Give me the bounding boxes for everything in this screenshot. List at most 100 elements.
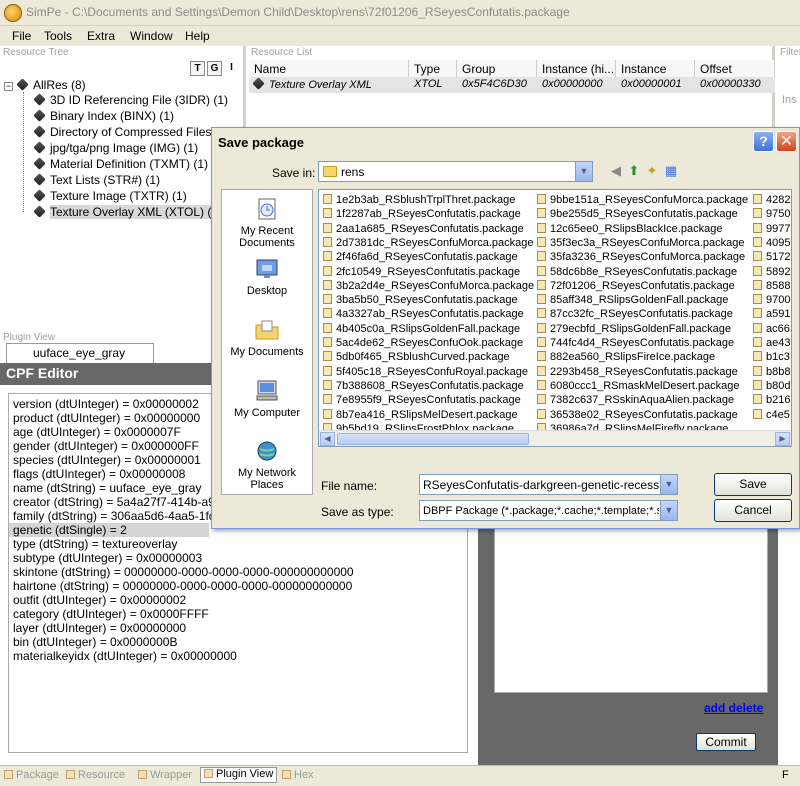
filter-tab[interactable]: F: [782, 769, 789, 785]
tree-item-binx[interactable]: Binary Index (BINX) (1): [33, 109, 174, 123]
file-item[interactable]: 1e2b3ab_RSblushTrplThret.package: [323, 194, 515, 206]
up-folder-icon[interactable]: ⬆: [626, 163, 642, 179]
list-item[interactable]: flags (dtUInteger) = 0x00000008: [13, 467, 185, 481]
list-item[interactable]: layer (dtUInteger) = 0x00000000: [13, 621, 186, 635]
tree-item-str[interactable]: Text Lists (STR#) (1): [33, 173, 160, 187]
tree-item-3idr[interactable]: 3D ID Referencing File (3IDR) (1): [33, 93, 228, 107]
horizontal-scrollbar[interactable]: ◀ ▶: [319, 430, 791, 446]
back-icon[interactable]: ◀: [608, 163, 624, 179]
file-item[interactable]: b1c3: [753, 351, 790, 363]
tree-item-txtr[interactable]: Texture Image (TXTR) (1): [33, 189, 187, 203]
file-item[interactable]: 87cc32fc_RSeyesConfutatis.package: [537, 308, 733, 320]
file-item[interactable]: c4e5: [753, 408, 790, 421]
tab-hex[interactable]: Hex: [282, 769, 314, 785]
chevron-down-icon[interactable]: ▼: [575, 162, 592, 181]
column-header-type[interactable]: Type: [409, 60, 457, 78]
file-item[interactable]: 36538e02_RSeyesConfutatis.package: [537, 408, 738, 421]
file-item[interactable]: 2293b458_RSeyesConfutatis.package: [537, 365, 738, 378]
file-item[interactable]: 8588: [753, 279, 790, 292]
file-item[interactable]: 35fa3236_RSeyesConfuMorca.package: [537, 251, 745, 263]
file-item[interactable]: 2aa1a685_RSeyesConfutatis.package: [323, 222, 524, 235]
file-item[interactable]: 3b2a2d4e_RSeyesConfuMorca.package: [323, 279, 534, 292]
column-header-instance-hi[interactable]: Instance (hi...: [537, 60, 616, 78]
place-my-computer[interactable]: My Computer: [222, 378, 312, 419]
file-item[interactable]: 4095: [753, 236, 790, 249]
simpe-app-icon[interactable]: [4, 4, 22, 22]
tree-view-g-button[interactable]: G: [207, 61, 222, 76]
file-item[interactable]: 5172: [753, 251, 790, 263]
scroll-right-icon[interactable]: ▶: [775, 432, 790, 446]
file-item[interactable]: 72f01206_RSeyesConfutatis.package: [537, 279, 735, 292]
file-item[interactable]: 7e8955f9_RSeyesConfutatis.package: [323, 394, 521, 406]
menu-window[interactable]: Window: [130, 29, 173, 43]
new-folder-icon[interactable]: ✦: [644, 163, 660, 179]
file-item[interactable]: b80d: [753, 379, 790, 392]
tab-resource[interactable]: Resource: [66, 769, 125, 785]
place-recent-documents[interactable]: My Recent Documents: [222, 196, 312, 249]
file-item[interactable]: 6080ccc1_RSmaskMelDesert.package: [537, 379, 740, 392]
file-item[interactable]: 5db0f465_RSblushCurved.package: [323, 351, 510, 363]
file-item[interactable]: 85aff348_RSlipsGoldenFall.package: [537, 294, 728, 306]
list-item[interactable]: version (dtUInteger) = 0x00000002: [13, 397, 199, 411]
file-item[interactable]: 1f2287ab_RSeyesConfutatis.package: [323, 208, 521, 220]
file-item[interactable]: 3ba5b50_RSeyesConfutatis.package: [323, 294, 518, 306]
tab-package[interactable]: Package: [4, 769, 59, 785]
value-edit-box[interactable]: [494, 525, 768, 693]
list-item-selected[interactable]: genetic (dtSingle) = 2: [9, 523, 209, 537]
scroll-left-icon[interactable]: ◀: [320, 432, 335, 446]
file-item[interactable]: ae43: [753, 337, 790, 349]
add-delete-link[interactable]: add delete: [704, 701, 763, 715]
file-item[interactable]: 4a3327ab_RSeyesConfutatis.package: [323, 308, 524, 320]
list-item[interactable]: gender (dtUInteger) = 0x000000FF: [13, 439, 199, 453]
table-row[interactable]: Texture Overlay XML XTOL 0x5F4C6D30 0x00…: [249, 77, 775, 93]
file-item[interactable]: 2fc10549_RSeyesConfutatis.package: [323, 265, 520, 278]
list-item[interactable]: name (dtString) = uuface_eye_gray: [13, 481, 201, 495]
column-header-name[interactable]: Name: [249, 60, 409, 78]
cancel-button[interactable]: Cancel: [714, 499, 792, 522]
file-item[interactable]: b8b8: [753, 365, 790, 378]
view-menu-icon[interactable]: ▦: [663, 163, 679, 179]
place-my-documents[interactable]: My Documents: [222, 317, 312, 358]
file-item[interactable]: 2f46fa6d_RSeyesConfutatis.package: [323, 251, 518, 263]
file-list[interactable]: 1e2b3ab_RSblushTrplThret.package 1f2287ab…: [318, 189, 792, 447]
collapse-icon[interactable]: −: [4, 82, 13, 91]
list-item[interactable]: category (dtUInteger) = 0x0000FFFF: [13, 607, 209, 621]
file-name-input[interactable]: RSeyesConfutatis-darkgreen-genetic-reces…: [419, 474, 678, 495]
list-item[interactable]: species (dtUInteger) = 0x00000001: [13, 453, 201, 467]
tree-item-txmt[interactable]: Material Definition (TXMT) (1): [33, 157, 208, 171]
file-item[interactable]: 5892: [753, 265, 790, 278]
file-item[interactable]: 9be255d5_RSeyesConfutatis.package: [537, 208, 738, 220]
close-button[interactable]: ✕: [776, 131, 797, 152]
menu-file[interactable]: File: [12, 29, 31, 43]
tab-wrapper[interactable]: Wrapper: [138, 769, 192, 785]
help-button[interactable]: ?: [753, 131, 774, 152]
file-item[interactable]: 9700: [753, 294, 790, 306]
tree-root[interactable]: − AllRes (8): [4, 78, 86, 92]
list-item[interactable]: outfit (dtUInteger) = 0x00000002: [13, 593, 186, 607]
save-as-type-dropdown[interactable]: DBPF Package (*.package;*.cache;*.templa…: [419, 500, 678, 521]
file-item[interactable]: 58dc6b8e_RSeyesConfutatis.package: [537, 265, 737, 278]
file-item[interactable]: b216: [753, 394, 790, 406]
file-item[interactable]: 279ecbfd_RSlipsGoldenFall.package: [537, 322, 731, 335]
place-my-network-places[interactable]: My Network Places: [222, 438, 312, 491]
file-item[interactable]: 9977: [753, 222, 790, 235]
file-item[interactable]: 2d7381dc_RSeyesConfuMorca.package: [323, 236, 534, 249]
place-desktop[interactable]: Desktop: [222, 256, 312, 297]
save-button[interactable]: Save: [714, 473, 792, 496]
column-header-instance[interactable]: Instance: [616, 60, 695, 78]
column-header-offset[interactable]: Offset: [695, 60, 775, 78]
tree-view-i-button[interactable]: I: [224, 61, 239, 76]
commit-button[interactable]: Commit: [696, 733, 756, 751]
file-item[interactable]: 744fc4d4_RSeyesConfutatis.package: [537, 337, 734, 349]
tree-item-img[interactable]: jpg/tga/png Image (IMG) (1): [33, 141, 198, 155]
scrollbar-thumb[interactable]: [337, 433, 529, 445]
file-item[interactable]: 9750: [753, 208, 790, 220]
file-item[interactable]: 9bbe151a_RSeyesConfuMorca.package: [537, 194, 748, 206]
chevron-down-icon[interactable]: ▼: [660, 475, 677, 494]
file-item[interactable]: 7382c637_RSskinAquaAlien.package: [537, 394, 734, 406]
menu-extra[interactable]: Extra: [87, 29, 115, 43]
list-item[interactable]: materialkeyidx (dtUInteger) = 0x00000000: [13, 649, 237, 663]
list-item[interactable]: age (dtUInteger) = 0x0000007F: [13, 425, 181, 439]
file-item[interactable]: ac66: [753, 322, 790, 335]
list-item[interactable]: hairtone (dtString) = 00000000-0000-0000…: [13, 579, 352, 593]
